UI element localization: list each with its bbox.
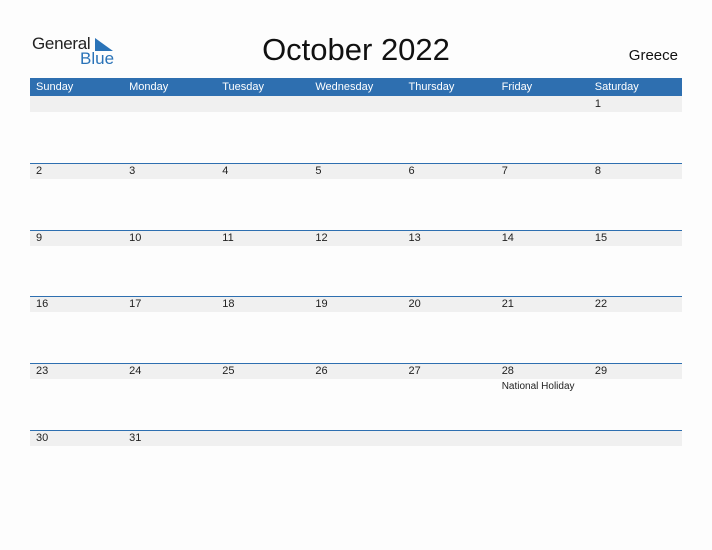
day-cell[interactable]: 11 — [216, 230, 309, 297]
day-cell — [309, 96, 402, 163]
day-cell[interactable]: 9 — [30, 230, 123, 297]
day-number: 12 — [315, 232, 328, 244]
day-number: 9 — [36, 232, 43, 244]
day-cell[interactable]: 4 — [216, 163, 309, 230]
day-cell[interactable]: 29 — [589, 363, 682, 430]
day-cell — [403, 430, 496, 497]
day-cell — [496, 96, 589, 163]
day-cell[interactable]: 28 National Holiday — [496, 363, 589, 430]
country-label: Greece — [628, 47, 678, 64]
day-number: 10 — [129, 232, 142, 244]
day-cell[interactable]: 30 — [30, 430, 123, 497]
day-cell[interactable]: 25 — [216, 363, 309, 430]
weekday-monday: Monday — [129, 81, 169, 93]
day-cell[interactable]: 17 — [123, 296, 216, 363]
day-cell[interactable]: 22 — [589, 296, 682, 363]
day-cell[interactable]: 8 — [589, 163, 682, 230]
day-number: 29 — [594, 365, 608, 377]
day-cell[interactable]: 12 — [309, 230, 402, 297]
day-number: 22 — [594, 298, 608, 310]
day-number: 30 — [36, 432, 49, 444]
week-row: 9 10 11 12 13 14 15 — [30, 230, 682, 297]
day-cell[interactable]: 2 — [30, 163, 123, 230]
day-cell — [309, 430, 402, 497]
day-cell[interactable]: 16 — [30, 296, 123, 363]
day-cell[interactable]: 14 — [496, 230, 589, 297]
day-number: 16 — [36, 298, 49, 310]
day-number: 5 — [315, 165, 322, 177]
day-cell[interactable]: 5 — [309, 163, 402, 230]
week-row: 2 3 4 5 6 7 8 — [30, 163, 682, 230]
day-cell — [216, 430, 309, 497]
day-number: 19 — [315, 298, 328, 310]
day-cell[interactable]: 15 — [589, 230, 682, 297]
day-cell — [123, 96, 216, 163]
day-number: 27 — [408, 365, 421, 377]
weekday-header: Sunday Monday Tuesday Wednesday Thursday… — [30, 78, 682, 96]
day-cell[interactable]: 26 — [309, 363, 402, 430]
day-number: 4 — [222, 165, 229, 177]
day-cell — [30, 96, 123, 163]
day-cell[interactable]: 24 — [123, 363, 216, 430]
day-cell[interactable]: 23 — [30, 363, 123, 430]
day-number: 18 — [222, 298, 235, 310]
holiday-label: National Holiday — [501, 381, 575, 392]
day-number: 20 — [408, 298, 421, 310]
weekday-wednesday: Wednesday — [315, 81, 374, 93]
day-number: 21 — [501, 298, 514, 310]
week-row: 16 17 18 19 20 21 22 — [30, 296, 682, 363]
day-number: 6 — [408, 165, 415, 177]
day-cell — [589, 430, 682, 497]
day-cell[interactable]: 31 — [123, 430, 216, 497]
day-cell[interactable]: 13 — [403, 230, 496, 297]
day-cell[interactable]: 1 — [589, 96, 682, 163]
day-number: 15 — [594, 232, 608, 244]
day-number: 8 — [594, 165, 601, 177]
page-title: October 2022 — [262, 32, 450, 67]
day-cell[interactable]: 10 — [123, 230, 216, 297]
weekday-thursday: Thursday — [408, 81, 455, 93]
day-number: 28 — [501, 365, 514, 377]
day-number: 2 — [36, 165, 43, 177]
day-number: 17 — [129, 298, 142, 310]
day-cell[interactable]: 19 — [309, 296, 402, 363]
weekday-friday: Friday — [501, 81, 533, 93]
day-number: 13 — [408, 232, 421, 244]
day-number: 31 — [129, 432, 142, 444]
day-cell — [216, 96, 309, 163]
day-number: 7 — [501, 165, 508, 177]
weekday-saturday: Saturday — [594, 81, 639, 93]
weekday-tuesday: Tuesday — [222, 81, 265, 93]
day-number: 26 — [315, 365, 328, 377]
day-cell[interactable]: 6 — [403, 163, 496, 230]
day-cell — [496, 430, 589, 497]
day-number: 24 — [129, 365, 142, 377]
day-number: 3 — [129, 165, 136, 177]
day-number: 1 — [594, 98, 601, 110]
day-cell[interactable]: 21 — [496, 296, 589, 363]
day-cell[interactable]: 7 — [496, 163, 589, 230]
weekday-sunday: Sunday — [36, 81, 74, 93]
day-cell[interactable]: 20 — [403, 296, 496, 363]
week-row: 1 — [30, 96, 682, 163]
day-cell[interactable]: 3 — [123, 163, 216, 230]
week-row: 30 31 — [30, 430, 682, 497]
day-number: 25 — [222, 365, 235, 377]
week-row: 23 24 25 26 27 28 National Holiday 29 — [30, 363, 682, 430]
day-number: 23 — [36, 365, 49, 377]
day-number: 11 — [222, 232, 234, 244]
day-number: 14 — [501, 232, 514, 244]
day-cell[interactable]: 18 — [216, 296, 309, 363]
day-cell — [403, 96, 496, 163]
day-cell[interactable]: 27 — [403, 363, 496, 430]
